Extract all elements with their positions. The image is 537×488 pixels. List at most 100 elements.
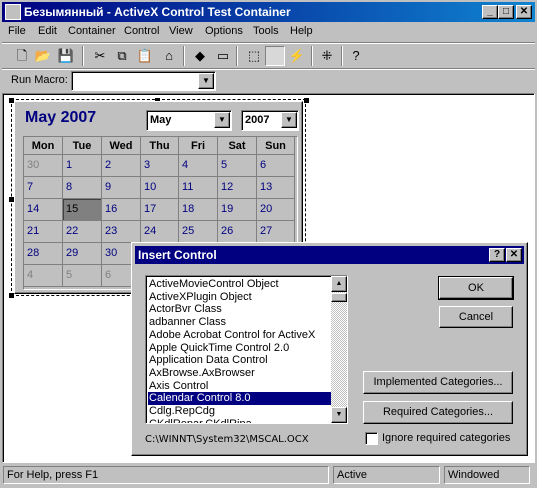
calendar-day[interactable]: 18	[179, 199, 218, 221]
control-list-item[interactable]: Apple QuickTime Control 2.0	[148, 342, 332, 355]
cancel-button[interactable]: Cancel	[439, 306, 513, 328]
calendar-day[interactable]: 13	[257, 177, 295, 199]
design-mode-icon[interactable]: ⬚	[244, 46, 264, 66]
calendar-day[interactable]: 5	[63, 265, 102, 287]
menu-file[interactable]: File	[8, 25, 26, 37]
calendar-day[interactable]: 6	[257, 155, 295, 177]
invoke-methods-icon[interactable]: ◆	[190, 46, 210, 66]
month-select[interactable]: May ▼	[146, 110, 232, 131]
calendar-day[interactable]: 4	[179, 155, 218, 177]
chevron-down-icon[interactable]: ▼	[281, 112, 297, 128]
weekday-header: Fri	[179, 137, 218, 155]
calendar-day[interactable]: 12	[218, 177, 257, 199]
control-list-item[interactable]: ActorBvr Class	[148, 303, 332, 316]
control-list-item[interactable]: Adobe Acrobat Control for ActiveX	[148, 329, 332, 342]
dialog-title-bar[interactable]: Insert Control ? ✕	[135, 246, 524, 264]
menu-help[interactable]: Help	[290, 25, 313, 37]
scroll-up-icon[interactable]: ▲	[331, 276, 347, 292]
calendar-day[interactable]: 21	[24, 221, 63, 243]
control-list-item[interactable]: adbanner Class	[148, 316, 332, 329]
ignore-categories-label[interactable]: Ignore required categories	[382, 432, 510, 444]
calendar-day[interactable]: 19	[218, 199, 257, 221]
implemented-categories-button[interactable]: Implemented Categories...	[363, 371, 513, 394]
calendar-day[interactable]: 11	[179, 177, 218, 199]
control-list-item[interactable]: AxBrowse.AxBrowser	[148, 367, 332, 380]
control-list-scrollbar[interactable]: ▲ ▼	[331, 276, 347, 423]
control-list-item[interactable]: ActiveMovieControl Object	[148, 278, 332, 291]
calendar-day[interactable]: 8	[63, 177, 102, 199]
dialog-close-button[interactable]: ✕	[506, 248, 522, 262]
minimize-button[interactable]: _	[482, 5, 498, 19]
menu-tools[interactable]: Tools	[253, 25, 279, 37]
calendar-day[interactable]: 3	[141, 155, 179, 177]
toolbar-separator	[311, 46, 313, 66]
title-bar[interactable]: Безымянный - ActiveX Control Test Contai…	[2, 2, 535, 22]
insert-control-icon[interactable]: ⌂	[159, 46, 179, 66]
resize-handle[interactable]	[304, 98, 309, 103]
menu-edit[interactable]: Edit	[38, 25, 57, 37]
control-list-item[interactable]: Application Data Control	[148, 354, 332, 367]
toolbar: 🗋 📂 💾 ✂ ⧉ 📋 ⌂ ◆ ▭ ⬚ ⚡ ⁜ ?	[2, 42, 535, 68]
save-icon[interactable]: 💾	[56, 46, 76, 66]
calendar-day[interactable]: 20	[257, 199, 295, 221]
menu-view[interactable]: View	[169, 25, 193, 37]
calendar-day[interactable]: 10	[141, 177, 179, 199]
status-help-text: For Help, press F1	[3, 466, 329, 484]
run-macro-combo[interactable]: ▼	[71, 71, 216, 91]
calendar-day[interactable]: 28	[24, 243, 63, 265]
calendar-day[interactable]: 26	[218, 221, 257, 243]
event-log-icon[interactable]: ⁜	[317, 46, 337, 66]
calendar-day[interactable]: 14	[24, 199, 63, 221]
lightning-icon[interactable]: ⚡	[287, 46, 307, 66]
cut-icon[interactable]: ✂	[90, 46, 110, 66]
control-list-item[interactable]: Axis Control	[148, 380, 332, 393]
calendar-day[interactable]: 24	[141, 221, 179, 243]
required-categories-button[interactable]: Required Categories...	[363, 401, 513, 424]
calendar-day[interactable]: 22	[63, 221, 102, 243]
calendar-day[interactable]: 17	[141, 199, 179, 221]
calendar-day[interactable]: 7	[24, 177, 63, 199]
year-select-value: 2007	[245, 114, 270, 126]
calendar-day[interactable]: 9	[102, 177, 141, 199]
maximize-button[interactable]: □	[498, 5, 514, 19]
calendar-day[interactable]: 29	[63, 243, 102, 265]
ok-button[interactable]: OK	[438, 276, 514, 300]
control-list[interactable]: ActiveMovieControl Object ActiveXPlugin O…	[145, 275, 348, 424]
menu-control[interactable]: Control	[124, 25, 159, 37]
user-mode-toggle[interactable]	[265, 46, 285, 66]
calendar-header: May 2007 May ▼ 2007 ▼	[15, 102, 304, 136]
calendar-day[interactable]: 30	[24, 155, 63, 177]
calendar-day[interactable]: 4	[24, 265, 63, 287]
calendar-day[interactable]: 16	[102, 199, 141, 221]
menu-container[interactable]: Container	[68, 25, 116, 37]
calendar-day[interactable]: 27	[257, 221, 295, 243]
control-list-item[interactable]: Calendar Control 8.0	[148, 392, 332, 406]
scroll-thumb[interactable]	[331, 293, 347, 302]
calendar-day[interactable]: 25	[179, 221, 218, 243]
new-icon[interactable]: 🗋	[12, 46, 32, 66]
scroll-down-icon[interactable]: ▼	[331, 407, 347, 423]
menu-options[interactable]: Options	[205, 25, 243, 37]
control-list-item[interactable]: Cdlg.RepCdg	[148, 405, 332, 418]
calendar-day[interactable]: 23	[102, 221, 141, 243]
control-list-item[interactable]: CKdlRepar.CKdlRjpa	[148, 418, 332, 423]
dialog-help-button[interactable]: ?	[489, 248, 505, 262]
calendar-day[interactable]: 15	[63, 199, 102, 221]
control-path: C:\WINNT\System32\MSCAL.OCX	[145, 434, 309, 445]
paste-icon[interactable]: 📋	[135, 46, 155, 66]
control-list-item[interactable]: ActiveXPlugin Object	[148, 291, 332, 304]
calendar-day[interactable]: 1	[63, 155, 102, 177]
ignore-categories-checkbox[interactable]	[365, 432, 378, 445]
close-button[interactable]: ✕	[516, 5, 532, 19]
weekday-header: Sun	[257, 137, 295, 155]
open-icon[interactable]: 📂	[33, 46, 53, 66]
chevron-down-icon[interactable]: ▼	[214, 112, 230, 128]
calendar-day[interactable]: 2	[102, 155, 141, 177]
year-select[interactable]: 2007 ▼	[241, 110, 299, 131]
calendar-day[interactable]: 5	[218, 155, 257, 177]
toolbar-separator	[341, 46, 343, 66]
properties-icon[interactable]: ▭	[213, 46, 233, 66]
chevron-down-icon[interactable]: ▼	[198, 73, 214, 89]
copy-icon[interactable]: ⧉	[112, 46, 132, 66]
help-icon[interactable]: ?	[346, 46, 366, 66]
